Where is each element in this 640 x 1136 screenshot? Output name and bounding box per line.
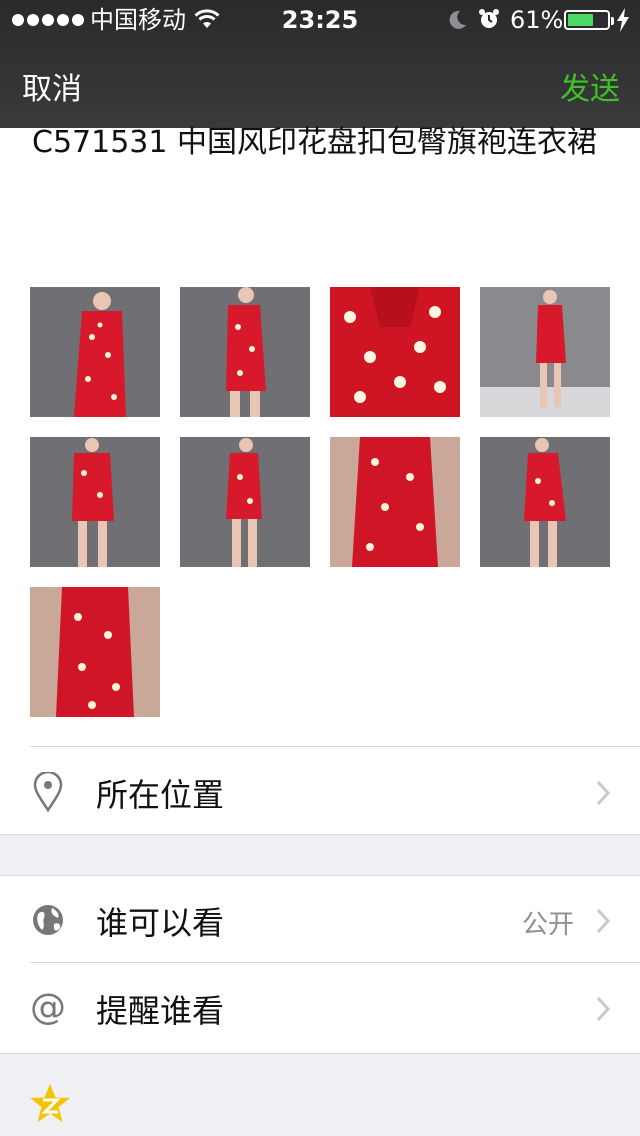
photo-thumbnail[interactable] (30, 587, 160, 717)
post-text-input[interactable]: C571531 中国风印花盘扣包臀旗袍连衣裙 (32, 124, 612, 162)
photo-thumbnail[interactable] (330, 287, 460, 417)
battery-icon (564, 10, 614, 30)
top-bar: 中国移动 23:25 61% 取消 发送 (0, 0, 640, 128)
photo-thumbnail[interactable] (180, 437, 310, 567)
remind-label: 提醒谁看 (96, 992, 225, 1030)
cancel-button[interactable]: 取消 (22, 64, 82, 108)
photo-thumbnail[interactable] (330, 437, 460, 567)
divider (30, 962, 640, 963)
battery-percent: 61% (510, 6, 564, 34)
location-row[interactable]: 所在位置 (0, 748, 640, 834)
divider (0, 834, 640, 835)
photo-thumbnail[interactable] (30, 437, 160, 567)
divider (30, 746, 640, 747)
at-sign-icon: @ (30, 987, 66, 1028)
globe-icon (33, 905, 63, 935)
visibility-label: 谁可以看 (96, 904, 225, 942)
visibility-value: 公开 (521, 910, 574, 940)
visibility-row[interactable]: 谁可以看 公开 (0, 876, 640, 962)
alarm-icon (479, 9, 499, 28)
send-button[interactable]: 发送 (560, 64, 620, 108)
photo-thumbnail[interactable] (480, 437, 610, 567)
footer-bar (0, 1054, 640, 1136)
status-bar: 中国移动 23:25 61% (0, 0, 640, 40)
location-label: 所在位置 (96, 776, 225, 814)
photo-thumbnail[interactable] (180, 287, 310, 417)
moon-icon (449, 10, 466, 29)
location-pin-icon (33, 772, 63, 812)
photo-thumbnail[interactable] (30, 287, 160, 417)
charging-bolt-icon (617, 8, 629, 32)
chevron-right-icon (596, 996, 610, 1022)
remind-row[interactable]: @ 提醒谁看 (0, 964, 640, 1052)
qzone-star-icon[interactable] (28, 1082, 72, 1126)
photo-thumbnail[interactable] (480, 287, 610, 417)
photo-grid (30, 287, 610, 717)
chevron-right-icon (596, 908, 610, 934)
section-separator (0, 834, 640, 876)
chevron-right-icon (596, 780, 610, 806)
